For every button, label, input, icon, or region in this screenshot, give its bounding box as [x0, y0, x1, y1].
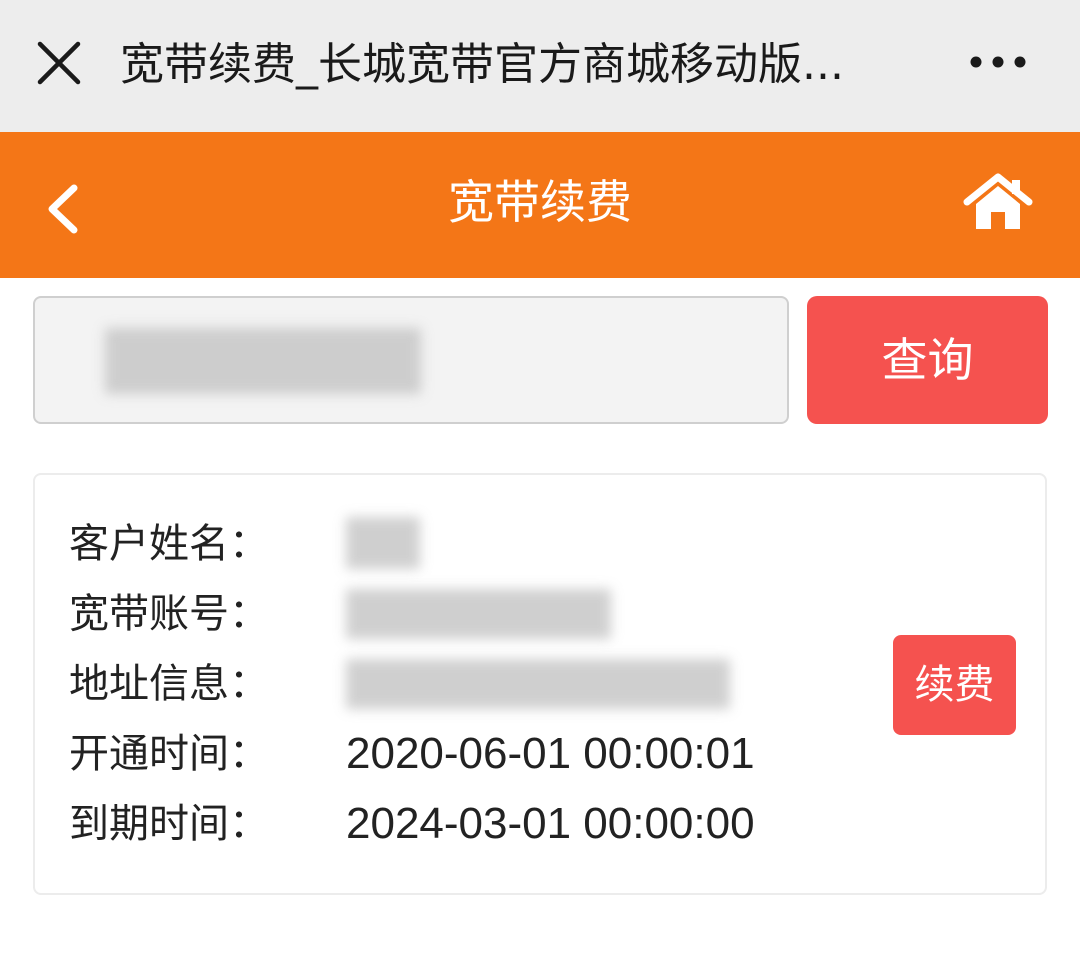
nav-header: 宽带续费 [0, 132, 1080, 278]
browser-page-title: 宽带续费_长城宽带官方商城移动版... [120, 39, 844, 90]
query-button[interactable]: 查询 [807, 296, 1048, 424]
info-row-broadband-account: 宽带账号： [69, 579, 611, 649]
info-label: 客户姓名： [69, 521, 269, 567]
search-box[interactable] [33, 296, 789, 424]
account-search-input[interactable] [35, 298, 787, 422]
masked-value [346, 659, 730, 709]
info-row-address: 地址信息： [69, 649, 730, 719]
nav-title: 宽带续费 [448, 175, 632, 229]
close-icon[interactable] [34, 38, 84, 88]
info-value: 2020-06-01 00:00:01 [346, 729, 755, 778]
renew-button[interactable]: 续费 [893, 635, 1016, 735]
info-row-expiry-time: 到期时间： 2024-03-01 00:00:00 [69, 789, 755, 859]
info-label: 到期时间： [69, 801, 269, 847]
info-label: 开通时间： [69, 731, 269, 777]
account-info-card: 客户姓名： 宽带账号： 地址信息： 开通时间： 2020-06-01 00:00… [33, 473, 1047, 895]
info-label: 宽带账号： [69, 591, 269, 637]
info-label: 地址信息： [69, 661, 269, 707]
info-row-customer-name: 客户姓名： [69, 509, 420, 579]
home-icon[interactable] [962, 172, 1034, 232]
more-dots-icon[interactable] [966, 44, 1030, 80]
chevron-left-icon[interactable] [38, 182, 88, 236]
masked-value [346, 589, 611, 639]
browser-title-bar: 宽带续费_长城宽带官方商城移动版... [0, 0, 1080, 132]
info-row-activation-time: 开通时间： 2020-06-01 00:00:01 [69, 719, 755, 789]
masked-value [346, 517, 420, 569]
info-value: 2024-03-01 00:00:00 [346, 799, 755, 848]
